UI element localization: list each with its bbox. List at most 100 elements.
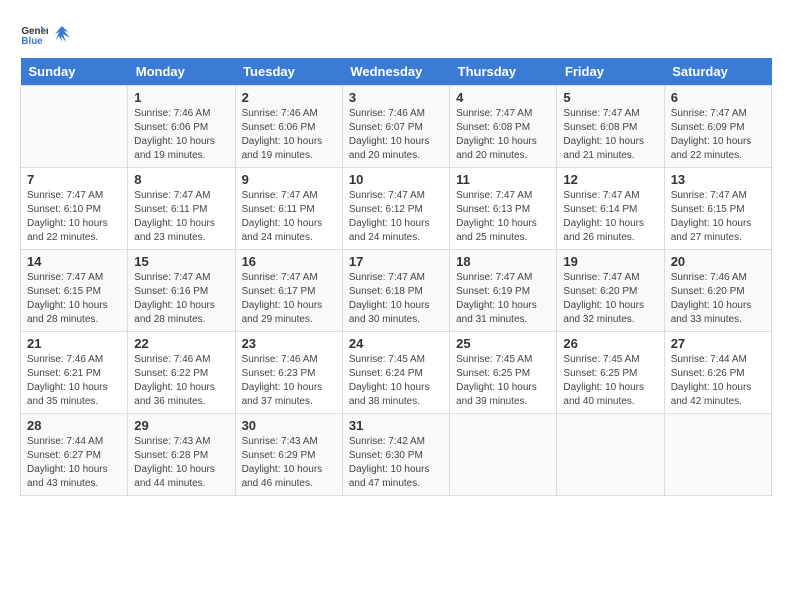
day-number: 29 bbox=[134, 418, 228, 433]
day-number: 5 bbox=[563, 90, 657, 105]
page-header: General Blue bbox=[20, 20, 772, 48]
day-number: 3 bbox=[349, 90, 443, 105]
calendar-cell: 19 Sunrise: 7:47 AM Sunset: 6:20 PM Dayli… bbox=[557, 250, 664, 332]
day-info: Sunrise: 7:47 AM Sunset: 6:13 PM Dayligh… bbox=[456, 189, 550, 245]
calendar-header-row: SundayMondayTuesdayWednesdayThursdayFrid… bbox=[21, 58, 772, 86]
calendar-week-4: 21Sunrise: 7:46 AM Sunset: 6:21 PM Dayli… bbox=[21, 332, 772, 414]
day-info: Sunrise: 7:43 AM Sunset: 6:28 PM Dayligh… bbox=[134, 435, 228, 491]
calendar-cell bbox=[450, 414, 557, 496]
calendar-cell: 26 Sunrise: 7:45 AM Sunset: 6:25 PM Dayli… bbox=[557, 332, 664, 414]
calendar-cell: 13Sunrise: 7:47 AM Sunset: 6:15 PM Dayli… bbox=[664, 168, 771, 250]
calendar-cell: 30 Sunrise: 7:43 AM Sunset: 6:29 PM Dayli… bbox=[235, 414, 342, 496]
calendar-cell: 21Sunrise: 7:46 AM Sunset: 6:21 PM Dayli… bbox=[21, 332, 128, 414]
day-number: 9 bbox=[242, 172, 336, 187]
calendar-cell: 28 Sunrise: 7:44 AM Sunset: 6:27 PM Dayli… bbox=[21, 414, 128, 496]
day-number: 30 bbox=[242, 418, 336, 433]
day-number: 27 bbox=[671, 336, 765, 351]
day-info: Sunrise: 7:47 AM Sunset: 6:09 PM Dayligh… bbox=[671, 107, 765, 163]
day-number: 18 bbox=[456, 254, 550, 269]
calendar-cell: 20Sunrise: 7:46 AM Sunset: 6:20 PM Dayli… bbox=[664, 250, 771, 332]
calendar-cell: 7 Sunrise: 7:47 AM Sunset: 6:10 PM Daylig… bbox=[21, 168, 128, 250]
day-info: Sunrise: 7:47 AM Sunset: 6:16 PM Dayligh… bbox=[134, 271, 228, 327]
day-number: 19 bbox=[563, 254, 657, 269]
day-number: 15 bbox=[134, 254, 228, 269]
day-number: 31 bbox=[349, 418, 443, 433]
logo-bird-icon bbox=[54, 24, 70, 44]
day-number: 23 bbox=[242, 336, 336, 351]
day-info: Sunrise: 7:47 AM Sunset: 6:18 PM Dayligh… bbox=[349, 271, 443, 327]
calendar-week-2: 7 Sunrise: 7:47 AM Sunset: 6:10 PM Daylig… bbox=[21, 168, 772, 250]
day-info: Sunrise: 7:47 AM Sunset: 6:11 PM Dayligh… bbox=[242, 189, 336, 245]
calendar-cell: 5Sunrise: 7:47 AM Sunset: 6:08 PM Daylig… bbox=[557, 86, 664, 168]
day-info: Sunrise: 7:45 AM Sunset: 6:25 PM Dayligh… bbox=[456, 353, 550, 409]
calendar-cell: 16 Sunrise: 7:47 AM Sunset: 6:17 PM Dayli… bbox=[235, 250, 342, 332]
day-number: 14 bbox=[27, 254, 121, 269]
calendar-cell: 2Sunrise: 7:46 AM Sunset: 6:06 PM Daylig… bbox=[235, 86, 342, 168]
day-info: Sunrise: 7:44 AM Sunset: 6:27 PM Dayligh… bbox=[27, 435, 121, 491]
calendar-cell: 12 Sunrise: 7:47 AM Sunset: 6:14 PM Dayli… bbox=[557, 168, 664, 250]
calendar-cell: 6Sunrise: 7:47 AM Sunset: 6:09 PM Daylig… bbox=[664, 86, 771, 168]
day-number: 26 bbox=[563, 336, 657, 351]
header-monday: Monday bbox=[128, 58, 235, 86]
day-info: Sunrise: 7:47 AM Sunset: 6:20 PM Dayligh… bbox=[563, 271, 657, 327]
day-info: Sunrise: 7:46 AM Sunset: 6:07 PM Dayligh… bbox=[349, 107, 443, 163]
day-number: 8 bbox=[134, 172, 228, 187]
calendar-cell: 9 Sunrise: 7:47 AM Sunset: 6:11 PM Daylig… bbox=[235, 168, 342, 250]
day-number: 22 bbox=[134, 336, 228, 351]
calendar-cell: 10Sunrise: 7:47 AM Sunset: 6:12 PM Dayli… bbox=[342, 168, 449, 250]
calendar-table: SundayMondayTuesdayWednesdayThursdayFrid… bbox=[20, 58, 772, 496]
header-sunday: Sunday bbox=[21, 58, 128, 86]
day-info: Sunrise: 7:46 AM Sunset: 6:22 PM Dayligh… bbox=[134, 353, 228, 409]
calendar-cell: 15 Sunrise: 7:47 AM Sunset: 6:16 PM Dayli… bbox=[128, 250, 235, 332]
calendar-cell: 23Sunrise: 7:46 AM Sunset: 6:23 PM Dayli… bbox=[235, 332, 342, 414]
day-info: Sunrise: 7:46 AM Sunset: 6:20 PM Dayligh… bbox=[671, 271, 765, 327]
day-number: 12 bbox=[563, 172, 657, 187]
day-info: Sunrise: 7:47 AM Sunset: 6:10 PM Dayligh… bbox=[27, 189, 121, 245]
day-info: Sunrise: 7:45 AM Sunset: 6:25 PM Dayligh… bbox=[563, 353, 657, 409]
calendar-cell bbox=[557, 414, 664, 496]
calendar-cell: 27 Sunrise: 7:44 AM Sunset: 6:26 PM Dayli… bbox=[664, 332, 771, 414]
day-number: 13 bbox=[671, 172, 765, 187]
header-thursday: Thursday bbox=[450, 58, 557, 86]
calendar-week-3: 14 Sunrise: 7:47 AM Sunset: 6:15 PM Dayli… bbox=[21, 250, 772, 332]
day-info: Sunrise: 7:47 AM Sunset: 6:17 PM Dayligh… bbox=[242, 271, 336, 327]
calendar-cell: 22 Sunrise: 7:46 AM Sunset: 6:22 PM Dayli… bbox=[128, 332, 235, 414]
calendar-week-5: 28 Sunrise: 7:44 AM Sunset: 6:27 PM Dayli… bbox=[21, 414, 772, 496]
calendar-cell: 18 Sunrise: 7:47 AM Sunset: 6:19 PM Dayli… bbox=[450, 250, 557, 332]
day-number: 21 bbox=[27, 336, 121, 351]
day-number: 28 bbox=[27, 418, 121, 433]
calendar-cell: 1Sunrise: 7:46 AM Sunset: 6:06 PM Daylig… bbox=[128, 86, 235, 168]
day-number: 25 bbox=[456, 336, 550, 351]
day-info: Sunrise: 7:47 AM Sunset: 6:19 PM Dayligh… bbox=[456, 271, 550, 327]
header-saturday: Saturday bbox=[664, 58, 771, 86]
day-number: 17 bbox=[349, 254, 443, 269]
calendar-week-1: 1Sunrise: 7:46 AM Sunset: 6:06 PM Daylig… bbox=[21, 86, 772, 168]
calendar-cell: 4 Sunrise: 7:47 AM Sunset: 6:08 PM Daylig… bbox=[450, 86, 557, 168]
calendar-cell bbox=[664, 414, 771, 496]
header-friday: Friday bbox=[557, 58, 664, 86]
day-info: Sunrise: 7:47 AM Sunset: 6:15 PM Dayligh… bbox=[27, 271, 121, 327]
day-info: Sunrise: 7:47 AM Sunset: 6:11 PM Dayligh… bbox=[134, 189, 228, 245]
header-wednesday: Wednesday bbox=[342, 58, 449, 86]
day-number: 7 bbox=[27, 172, 121, 187]
day-info: Sunrise: 7:47 AM Sunset: 6:14 PM Dayligh… bbox=[563, 189, 657, 245]
day-number: 24 bbox=[349, 336, 443, 351]
day-number: 16 bbox=[242, 254, 336, 269]
logo: General Blue bbox=[20, 20, 70, 48]
calendar-cell: 29 Sunrise: 7:43 AM Sunset: 6:28 PM Dayli… bbox=[128, 414, 235, 496]
day-info: Sunrise: 7:45 AM Sunset: 6:24 PM Dayligh… bbox=[349, 353, 443, 409]
day-info: Sunrise: 7:47 AM Sunset: 6:08 PM Dayligh… bbox=[456, 107, 550, 163]
calendar-cell: 3 Sunrise: 7:46 AM Sunset: 6:07 PM Daylig… bbox=[342, 86, 449, 168]
day-info: Sunrise: 7:42 AM Sunset: 6:30 PM Dayligh… bbox=[349, 435, 443, 491]
day-number: 4 bbox=[456, 90, 550, 105]
calendar-cell bbox=[21, 86, 128, 168]
svg-text:Blue: Blue bbox=[21, 36, 43, 47]
logo-icon: General Blue bbox=[20, 20, 48, 48]
calendar-cell: 31 Sunrise: 7:42 AM Sunset: 6:30 PM Dayli… bbox=[342, 414, 449, 496]
calendar-cell: 14 Sunrise: 7:47 AM Sunset: 6:15 PM Dayli… bbox=[21, 250, 128, 332]
day-info: Sunrise: 7:43 AM Sunset: 6:29 PM Dayligh… bbox=[242, 435, 336, 491]
calendar-cell: 25 Sunrise: 7:45 AM Sunset: 6:25 PM Dayli… bbox=[450, 332, 557, 414]
calendar-cell: 8 Sunrise: 7:47 AM Sunset: 6:11 PM Daylig… bbox=[128, 168, 235, 250]
day-number: 10 bbox=[349, 172, 443, 187]
day-info: Sunrise: 7:44 AM Sunset: 6:26 PM Dayligh… bbox=[671, 353, 765, 409]
